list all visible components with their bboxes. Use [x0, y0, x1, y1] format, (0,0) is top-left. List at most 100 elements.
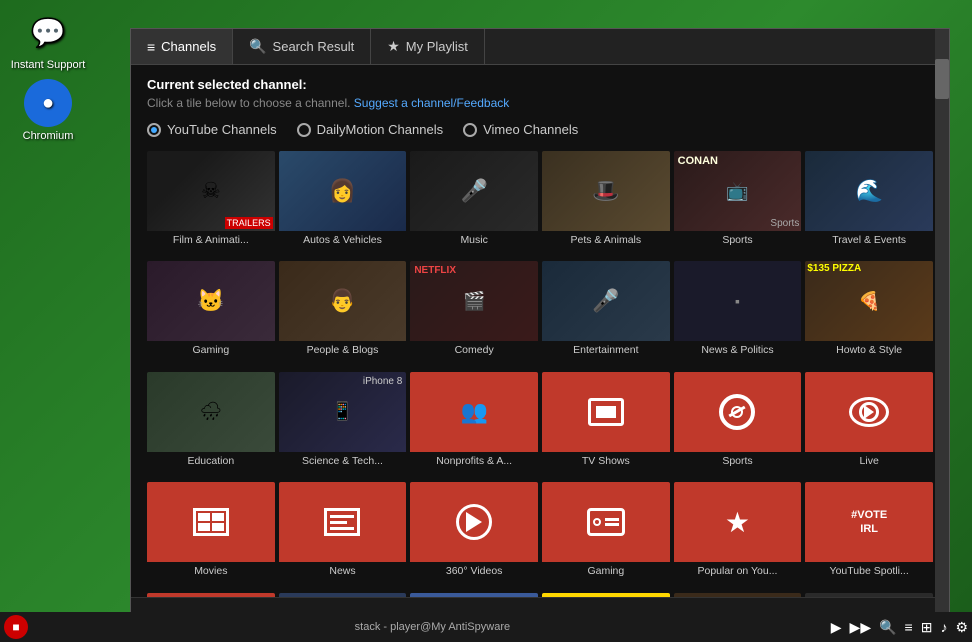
tile-people-label: People & Blogs: [279, 341, 407, 359]
tile-autos[interactable]: 👩 Autos & Vehicles: [279, 151, 407, 257]
channels-icon: ≡: [147, 39, 155, 55]
tile-entertainment[interactable]: 🎤 Entertainment: [542, 261, 670, 367]
tile-education-label: Education: [147, 452, 275, 470]
tile-news-politics[interactable]: ▪ News & Politics: [674, 261, 802, 367]
star-icon: ★: [387, 38, 400, 55]
tile-360-label: 360° Videos: [410, 562, 538, 580]
current-channel-info: Current selected channel:: [147, 77, 933, 92]
tile-nonprofits-label: Nonprofits & A...: [410, 452, 538, 470]
tile-nonprofits[interactable]: 👥 Nonprofits & A...: [410, 372, 538, 478]
volume-icon[interactable]: ♪: [940, 619, 947, 635]
tile-sports-label: Sports: [674, 231, 802, 249]
tile-education[interactable]: 🌧 Education: [147, 372, 275, 478]
play-icon[interactable]: ▶: [831, 619, 842, 636]
settings-icon[interactable]: ⚙: [955, 619, 968, 636]
tile-people[interactable]: 👨 People & Blogs: [279, 261, 407, 367]
tile-sports-img: CONAN 📺 Sports: [674, 151, 802, 231]
tile-comedy-img: NETFLIX 🎬: [410, 261, 538, 341]
tile-sports-red[interactable]: Sports: [674, 372, 802, 478]
grid-icon[interactable]: ⊞: [921, 619, 933, 636]
scrollbar[interactable]: [935, 29, 949, 627]
channel-source-options: YouTube Channels DailyMotion Channels Vi…: [147, 122, 933, 137]
desktop-icon-label: Chromium: [23, 130, 74, 142]
tile-sports[interactable]: CONAN 📺 Sports Sports: [674, 151, 802, 257]
tile-live[interactable]: Live: [805, 372, 933, 478]
tab-search[interactable]: 🔍 Search Result: [233, 29, 371, 64]
tile-tvshows[interactable]: TV Shows: [542, 372, 670, 478]
tile-news-politics-label: News & Politics: [674, 341, 802, 359]
tile-gaming2-img: [542, 482, 670, 562]
tile-autos-label: Autos & Vehicles: [279, 231, 407, 249]
taskbar-icons: ▶ ▶▶ 🔍 ≡ ⊞ ♪ ⚙: [831, 619, 968, 636]
tile-music[interactable]: 🎤 Music: [410, 151, 538, 257]
tile-pets-img: 🎩: [542, 151, 670, 231]
taskbar: ■ stack - player@My AntiSpyware ▶ ▶▶ 🔍 ≡…: [0, 612, 972, 642]
start-button[interactable]: ■: [4, 615, 28, 639]
desktop-icon-instant-support[interactable]: 💬 Instant Support: [8, 8, 88, 71]
tile-film[interactable]: ☠ TRAILERS Film & Animati...: [147, 151, 275, 257]
fast-forward-icon[interactable]: ▶▶: [850, 619, 872, 636]
tab-channels[interactable]: ≡ Channels: [131, 29, 233, 64]
tile-howto[interactable]: $135 PIZZA 🍕 Howto & Style: [805, 261, 933, 367]
tile-people-img: 👨: [279, 261, 407, 341]
scrollbar-thumb[interactable]: [935, 59, 949, 99]
tile-education-img: 🌧: [147, 372, 275, 452]
tab-channels-label: Channels: [161, 39, 216, 54]
tile-howto-label: Howto & Style: [805, 341, 933, 359]
radio-vimeo-label: Vimeo Channels: [483, 122, 578, 137]
tile-film-img: ☠ TRAILERS: [147, 151, 275, 231]
tile-science-label: Science & Tech...: [279, 452, 407, 470]
tile-news-red[interactable]: News: [279, 482, 407, 588]
desktop-icon-chromium[interactable]: ● Chromium: [8, 79, 88, 142]
tile-pets[interactable]: 🎩 Pets & Animals: [542, 151, 670, 257]
search-taskbar-icon[interactable]: 🔍: [879, 619, 896, 636]
tab-playlist-label: My Playlist: [406, 39, 468, 54]
chromium-icon: ●: [24, 79, 72, 127]
suggest-link[interactable]: Suggest a channel/Feedback: [354, 96, 509, 110]
instant-support-icon: 💬: [24, 8, 72, 56]
tile-travel-img: 🌊: [805, 151, 933, 231]
tile-gaming[interactable]: 🐱 Gaming: [147, 261, 275, 367]
tile-spotlight-label: YouTube Spotli...: [805, 562, 933, 580]
channel-grid: ☠ TRAILERS Film & Animati... 👩 Autos & V…: [147, 151, 933, 597]
tab-playlist[interactable]: ★ My Playlist: [371, 29, 485, 64]
tile-news-politics-img: ▪: [674, 261, 802, 341]
channel-sub-text: Click a tile below to choose a channel. …: [147, 96, 933, 110]
tile-travel[interactable]: 🌊 Travel & Events: [805, 151, 933, 257]
radio-dot-vimeo: [463, 123, 477, 137]
tile-movies-img: [147, 482, 275, 562]
tile-science[interactable]: iPhone 8 📱 Science & Tech...: [279, 372, 407, 478]
tile-comedy[interactable]: NETFLIX 🎬 Comedy: [410, 261, 538, 367]
radio-youtube[interactable]: YouTube Channels: [147, 122, 277, 137]
tile-popular-label: Popular on You...: [674, 562, 802, 580]
tile-live-img: [805, 372, 933, 452]
radio-dot-youtube: [147, 123, 161, 137]
tile-gaming2[interactable]: Gaming: [542, 482, 670, 588]
app-window: ≡ Channels 🔍 Search Result ★ My Playlist…: [130, 28, 950, 628]
radio-dailymotion[interactable]: DailyMotion Channels: [297, 122, 443, 137]
start-icon: ■: [12, 620, 19, 634]
desktop-icon-label: Instant Support: [11, 59, 86, 71]
tile-travel-label: Travel & Events: [805, 231, 933, 249]
tile-entertainment-label: Entertainment: [542, 341, 670, 359]
tile-gaming-img: 🐱: [147, 261, 275, 341]
tile-popular[interactable]: ★ Popular on You...: [674, 482, 802, 588]
tile-gaming-label: Gaming: [147, 341, 275, 359]
tile-tvshows-img: [542, 372, 670, 452]
current-channel-label: Current selected channel:: [147, 77, 307, 92]
tile-comedy-label: Comedy: [410, 341, 538, 359]
taskbar-text: stack - player@My AntiSpyware: [34, 621, 831, 633]
radio-dailymotion-label: DailyMotion Channels: [317, 122, 443, 137]
tile-sports-red-label: Sports: [674, 452, 802, 470]
tile-360-img: [410, 482, 538, 562]
tile-movies[interactable]: Movies: [147, 482, 275, 588]
tile-music-label: Music: [410, 231, 538, 249]
list-icon[interactable]: ≡: [905, 619, 913, 635]
tile-news-red-img: [279, 482, 407, 562]
tile-pets-label: Pets & Animals: [542, 231, 670, 249]
tile-nonprofits-img: 👥: [410, 372, 538, 452]
tile-entertainment-img: 🎤: [542, 261, 670, 341]
radio-vimeo[interactable]: Vimeo Channels: [463, 122, 578, 137]
tile-spotlight[interactable]: #VOTEIRL YouTube Spotli...: [805, 482, 933, 588]
tile-360[interactable]: 360° Videos: [410, 482, 538, 588]
